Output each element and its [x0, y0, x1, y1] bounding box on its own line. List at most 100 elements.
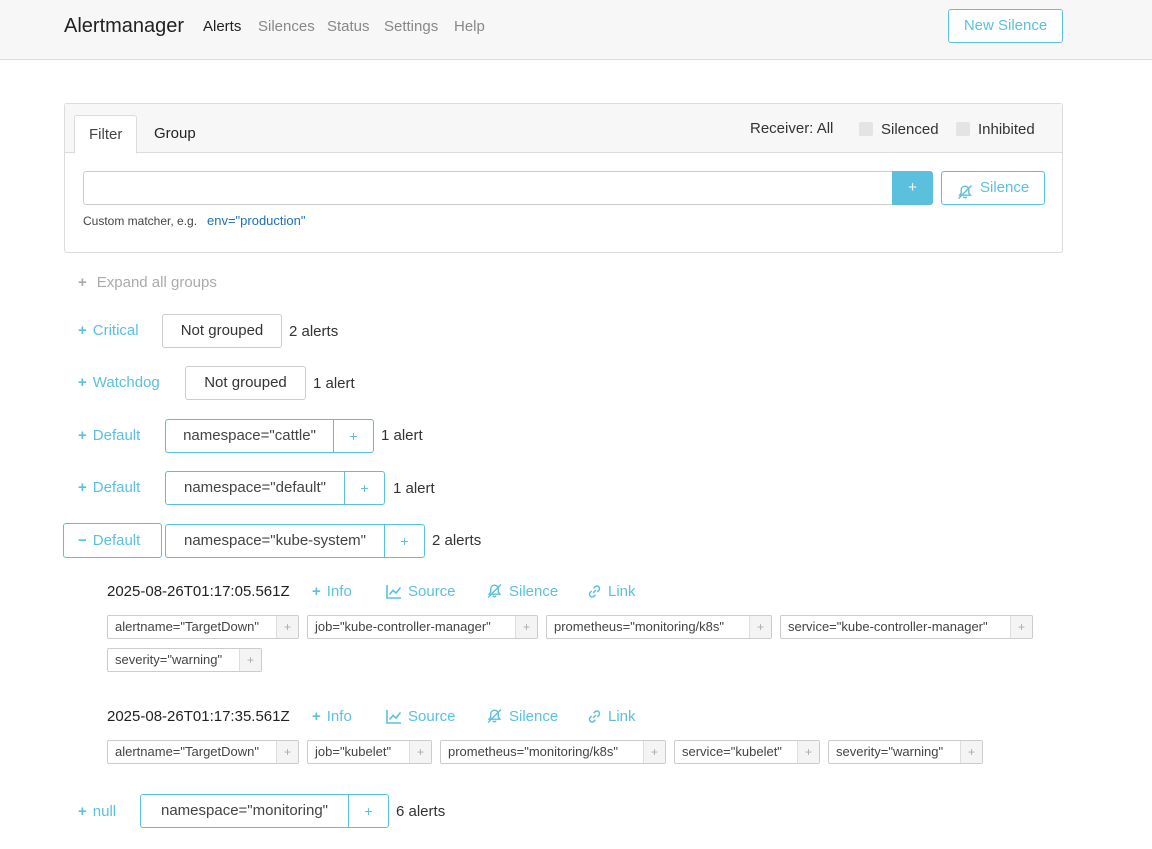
receiver-selector[interactable]: Receiver: All	[750, 120, 833, 137]
silence-label: Silence	[509, 708, 559, 725]
plus-icon: +	[78, 803, 87, 820]
add-label-button[interactable]: +	[749, 616, 771, 638]
add-label-button[interactable]: +	[276, 616, 298, 638]
group-filter-chip: namespace="monitoring" +	[140, 794, 389, 828]
silence-label: Silence	[509, 583, 559, 600]
alert-label: service="kubelet" +	[674, 740, 820, 764]
plus-icon: +	[78, 427, 87, 444]
source-button[interactable]: Source	[386, 708, 456, 728]
alert-timestamp: 2025-08-26T01:17:35.561Z	[107, 708, 290, 725]
add-label-button[interactable]: +	[515, 616, 537, 638]
silence-alert-button[interactable]: Silence	[486, 583, 558, 603]
add-label-button[interactable]: +	[1010, 616, 1032, 638]
matcher-hint: Custom matcher, e.g.	[83, 214, 198, 228]
filter-card-header: Filter Group Receiver: All Silenced Inhi…	[65, 104, 1062, 154]
alert-label: severity="warning" +	[828, 740, 983, 764]
inhibited-checkbox[interactable]: Inhibited	[956, 121, 1035, 138]
info-button[interactable]: + Info	[312, 708, 352, 725]
add-matcher-button[interactable]: +	[333, 420, 373, 452]
alert-timestamp: 2025-08-26T01:17:05.561Z	[107, 583, 290, 600]
group-toggle-default-cattle[interactable]: + Default	[78, 427, 140, 444]
alert-label: alertname="TargetDown" +	[107, 740, 299, 764]
source-button[interactable]: Source	[386, 583, 456, 603]
filter-card: Filter Group Receiver: All Silenced Inhi…	[64, 103, 1063, 253]
silence-off-icon	[486, 583, 503, 603]
nav-settings[interactable]: Settings	[384, 18, 438, 35]
plus-icon: +	[312, 583, 321, 600]
silence-filter-label: Silence	[980, 179, 1030, 196]
group-toggle-default-default[interactable]: + Default	[78, 479, 140, 496]
label-text[interactable]: severity="warning"	[836, 741, 943, 763]
alert-label: service="kube-controller-manager" +	[780, 615, 1033, 639]
silenced-checkbox[interactable]: Silenced	[859, 121, 939, 138]
nav-silences[interactable]: Silences	[258, 18, 315, 35]
plus-icon: +	[78, 374, 87, 391]
link-button[interactable]: Link	[587, 583, 636, 603]
group-count: 2 alerts	[432, 532, 482, 549]
link-label: Link	[608, 583, 636, 600]
label-text[interactable]: alertname="TargetDown"	[115, 741, 259, 763]
expand-all-groups[interactable]: + Expand all groups	[78, 274, 217, 291]
chip-label[interactable]: namespace="cattle"	[166, 420, 333, 452]
group-count: 1 alert	[381, 427, 423, 444]
label-text[interactable]: job="kube-controller-manager"	[315, 616, 491, 638]
checkbox-box[interactable]	[956, 122, 970, 136]
chart-line-icon	[386, 709, 402, 728]
label-text[interactable]: prometheus="monitoring/k8s"	[554, 616, 724, 638]
group-receiver: Default	[92, 427, 141, 444]
group-filter-chip: namespace="cattle" +	[165, 419, 374, 453]
checkbox-box[interactable]	[859, 122, 873, 136]
group-receiver: null	[92, 803, 117, 820]
tab-group[interactable]: Group	[140, 115, 210, 154]
chip-label[interactable]: namespace="default"	[166, 472, 344, 504]
group-receiver: Watchdog	[92, 374, 160, 391]
info-button[interactable]: + Info	[312, 583, 352, 600]
add-label-button[interactable]: +	[643, 741, 665, 763]
link-label: Link	[608, 708, 636, 725]
plus-icon: +	[78, 274, 87, 291]
chip-label[interactable]: namespace="monitoring"	[141, 795, 348, 827]
silenced-label: Silenced	[881, 121, 939, 138]
label-text[interactable]: service="kube-controller-manager"	[788, 616, 988, 638]
filter-input[interactable]	[83, 171, 893, 205]
silence-alert-button[interactable]: Silence	[486, 708, 558, 728]
add-matcher-button[interactable]: +	[384, 525, 424, 557]
alert-label: prometheus="monitoring/k8s" +	[546, 615, 772, 639]
label-text[interactable]: alertname="TargetDown"	[115, 616, 259, 638]
label-text[interactable]: severity="warning"	[115, 649, 222, 671]
source-label: Source	[408, 708, 456, 725]
nav-alerts[interactable]: Alerts	[203, 18, 241, 35]
group-toggle-null-monitoring[interactable]: + null	[78, 803, 116, 820]
nav-help[interactable]: Help	[454, 18, 485, 35]
add-label-button[interactable]: +	[409, 741, 431, 763]
chart-line-icon	[386, 584, 402, 603]
new-silence-button[interactable]: New Silence	[948, 9, 1063, 43]
nav-status[interactable]: Status	[327, 18, 370, 35]
label-text[interactable]: service="kubelet"	[682, 741, 782, 763]
label-text[interactable]: job="kubelet"	[315, 741, 391, 763]
add-matcher-button[interactable]: +	[344, 472, 384, 504]
group-count: 2 alerts	[289, 323, 339, 340]
add-label-button[interactable]: +	[960, 741, 982, 763]
add-label-button[interactable]: +	[276, 741, 298, 763]
matcher-example: env="production"	[207, 213, 306, 228]
link-button[interactable]: Link	[587, 708, 636, 728]
alert-label: job="kubelet" +	[307, 740, 432, 764]
info-label: Info	[326, 708, 352, 725]
navbar: Alertmanager Alerts Silences Status Sett…	[0, 0, 1152, 60]
group-count: 1 alert	[393, 480, 435, 497]
group-toggle-default-kube-system[interactable]: − Default	[63, 523, 162, 558]
tab-filter[interactable]: Filter	[74, 115, 138, 154]
add-matcher-button[interactable]: +	[348, 795, 388, 827]
add-label-button[interactable]: +	[239, 649, 261, 671]
label-text[interactable]: prometheus="monitoring/k8s"	[448, 741, 618, 763]
chip-label[interactable]: namespace="kube-system"	[166, 525, 384, 557]
brand-title[interactable]: Alertmanager	[64, 15, 184, 38]
alert-label: alertname="TargetDown" +	[107, 615, 299, 639]
group-toggle-watchdog[interactable]: + Watchdog	[78, 374, 160, 391]
silence-filter-button[interactable]: Silence	[941, 171, 1045, 205]
add-filter-button[interactable]: +	[892, 171, 933, 205]
add-label-button[interactable]: +	[797, 741, 819, 763]
group-toggle-critical[interactable]: + Critical	[78, 322, 139, 339]
alert-label: prometheus="monitoring/k8s" +	[440, 740, 666, 764]
